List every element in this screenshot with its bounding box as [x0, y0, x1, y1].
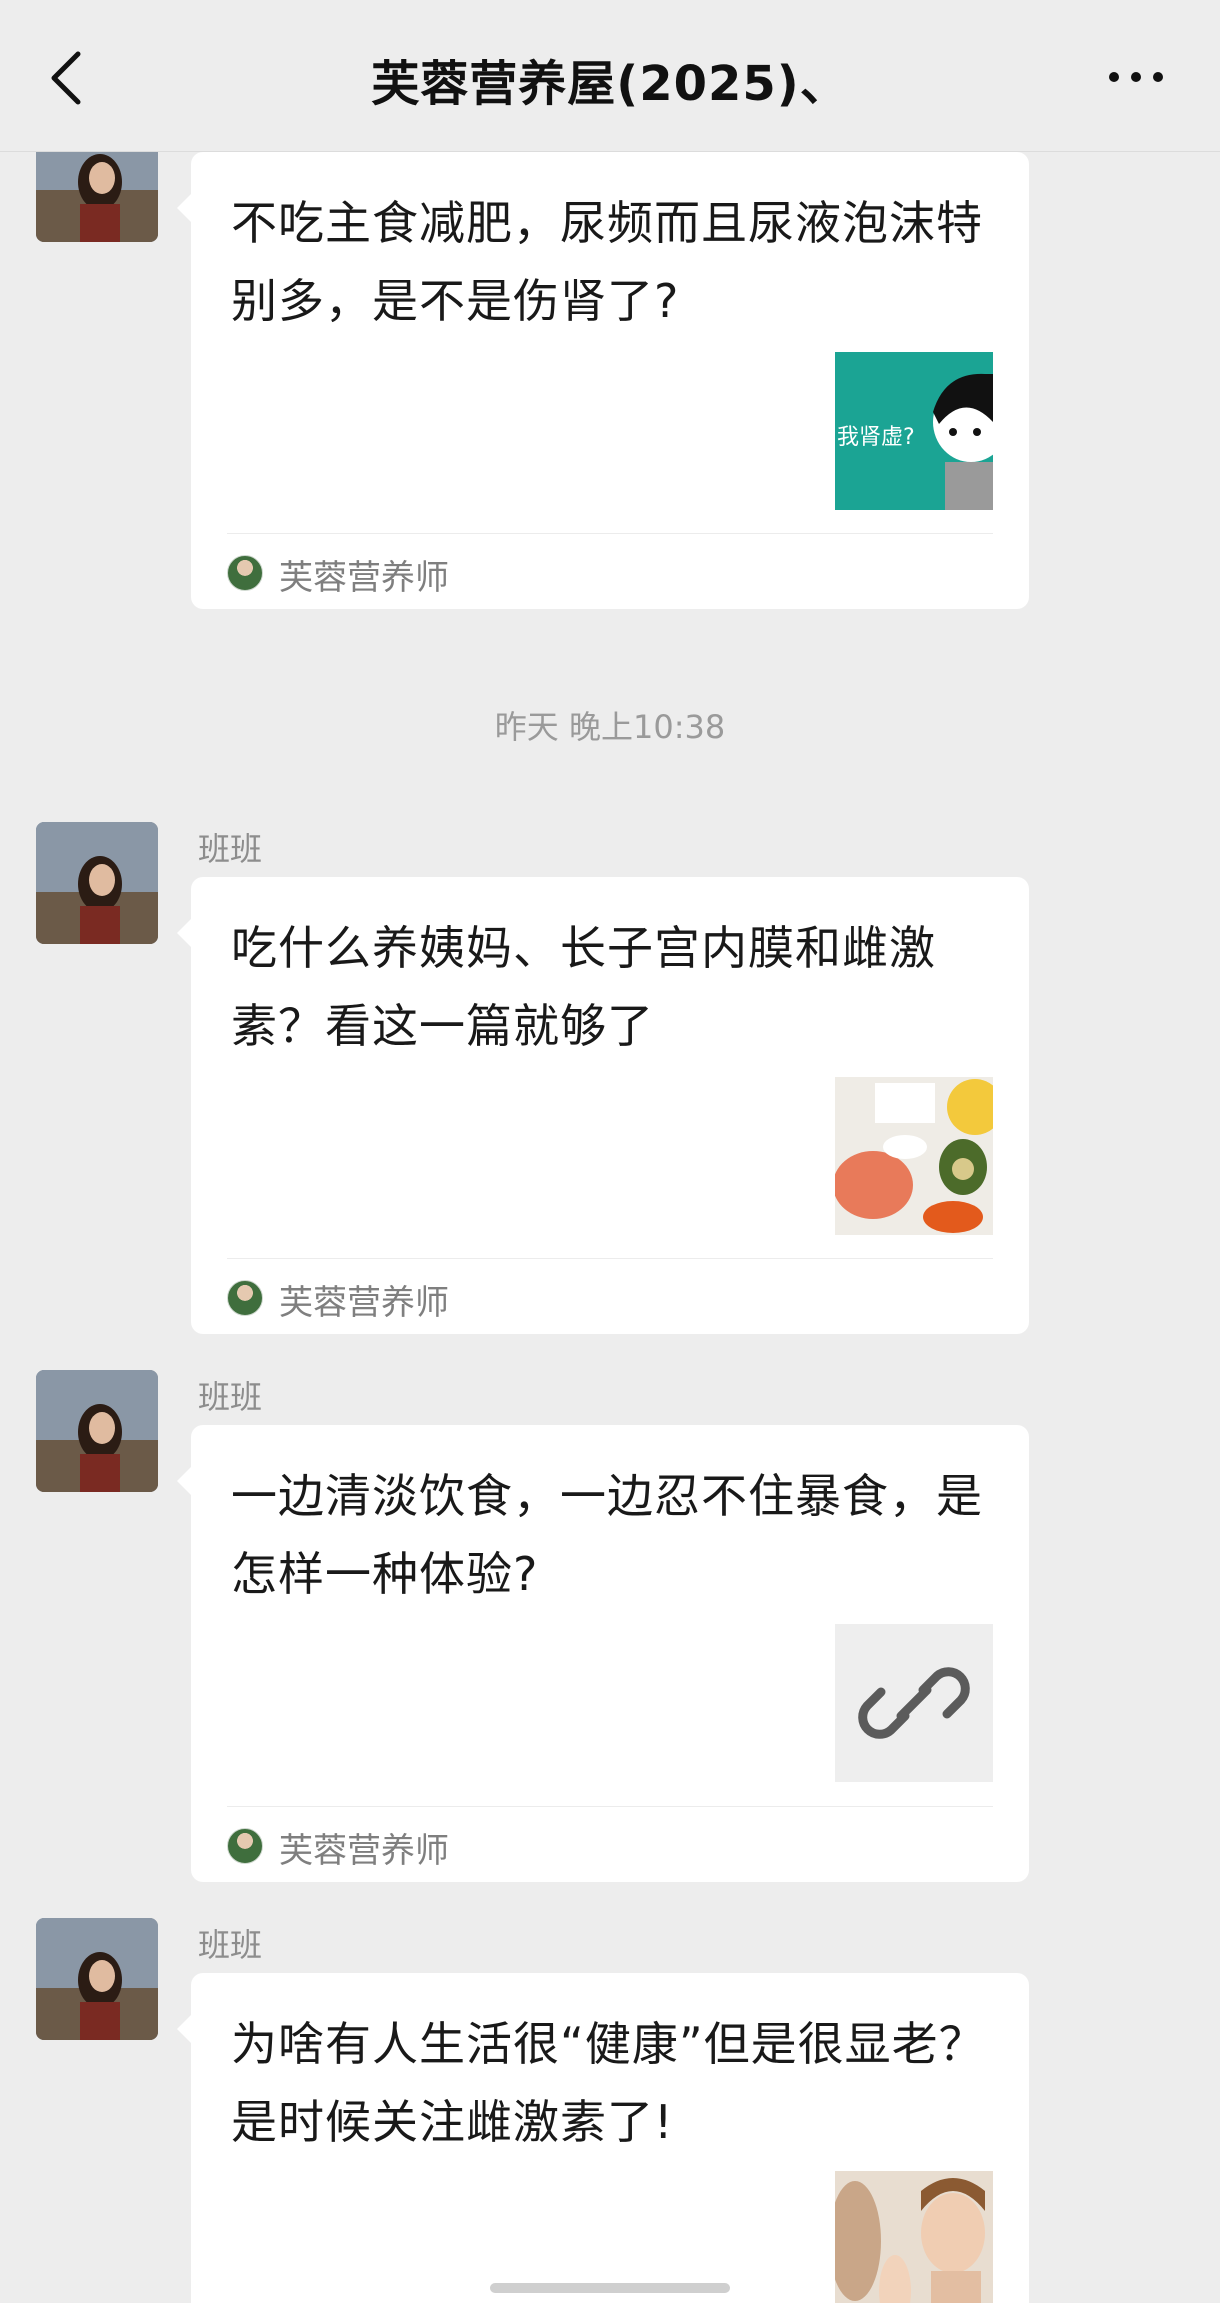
- avatar-photo-icon: [36, 822, 158, 944]
- article-thumbnail: [835, 1624, 993, 1782]
- avatar-photo-icon: [36, 152, 158, 242]
- article-thumbnail: [835, 1077, 993, 1235]
- source-name: 芙蓉营养师: [279, 1283, 449, 1323]
- sender-name: 班班: [198, 830, 263, 868]
- card-footer: 芙蓉营养师: [227, 1806, 993, 1882]
- message-list[interactable]: 不吃主食减肥，尿频而且尿液泡沫特别多，是不是伤肾了? 我肾虚? 芙蓉营养师 昨天…: [0, 152, 1220, 2303]
- avatar[interactable]: [36, 1918, 158, 2040]
- article-thumbnail: [835, 2171, 993, 2303]
- home-indicator[interactable]: [490, 2283, 730, 2293]
- article-card[interactable]: 一边清淡饮食，一边忍不住暴食，是怎样一种体验? 芙蓉营养师: [177, 1425, 1029, 1882]
- article-card[interactable]: 为啥有人生活很“健康”但是很显老？是时候关注雌激素了!: [177, 1973, 1029, 2303]
- more-button[interactable]: [1106, 62, 1166, 92]
- cartoon-girl-icon: 我肾虚?: [835, 352, 993, 510]
- avatar[interactable]: [36, 1370, 158, 1492]
- source-avatar-icon: [227, 1280, 263, 1316]
- sender-name: 班班: [198, 1926, 263, 1964]
- source-name: 芙蓉营养师: [279, 1831, 449, 1871]
- sender-name: 班班: [198, 1378, 263, 1416]
- source-avatar-icon: [227, 1828, 263, 1864]
- timestamp: 昨天 晚上10:38: [494, 708, 726, 746]
- source-avatar-icon: [227, 555, 263, 591]
- article-thumbnail: 我肾虚?: [835, 352, 993, 510]
- chat-screen: 芙蓉营养屋(2025)、 不吃主食减肥，尿频而且尿液泡沫特别多，是不是伤肾了?: [0, 0, 1220, 2303]
- link-icon: [835, 1624, 993, 1782]
- card-footer: 芙蓉营养师: [227, 533, 993, 609]
- woman-face-photo-icon: [835, 2171, 993, 2303]
- avatar-photo-icon: [36, 1370, 158, 1492]
- article-card[interactable]: 吃什么养姨妈、长子宫内膜和雌激素？看这一篇就够了 芙蓉营养师: [177, 877, 1029, 1334]
- card-footer: 芙蓉营养师: [227, 1258, 993, 1334]
- avatar[interactable]: [36, 152, 158, 242]
- article-title: 吃什么养姨妈、长子宫内膜和雌激素？看这一篇就够了: [231, 921, 936, 1053]
- source-name: 芙蓉营养师: [279, 558, 449, 598]
- thumbnail-caption: 我肾虚?: [837, 425, 915, 450]
- top-bar: 芙蓉营养屋(2025)、: [0, 0, 1220, 152]
- more-dots-icon: [1109, 72, 1163, 82]
- chat-title: 芙蓉营养屋(2025)、: [371, 56, 849, 112]
- article-title: 不吃主食减肥，尿频而且尿液泡沫特别多，是不是伤肾了?: [231, 196, 983, 328]
- article-title: 为啥有人生活很“健康”但是很显老？是时候关注雌激素了!: [231, 2017, 986, 2149]
- article-card[interactable]: 不吃主食减肥，尿频而且尿液泡沫特别多，是不是伤肾了? 我肾虚? 芙蓉营养师: [177, 152, 1029, 609]
- article-title: 一边清淡饮食，一边忍不住暴食，是怎样一种体验?: [231, 1469, 983, 1601]
- avatar[interactable]: [36, 822, 158, 944]
- avatar-photo-icon: [36, 1918, 158, 2040]
- food-photo-icon: [835, 1077, 993, 1235]
